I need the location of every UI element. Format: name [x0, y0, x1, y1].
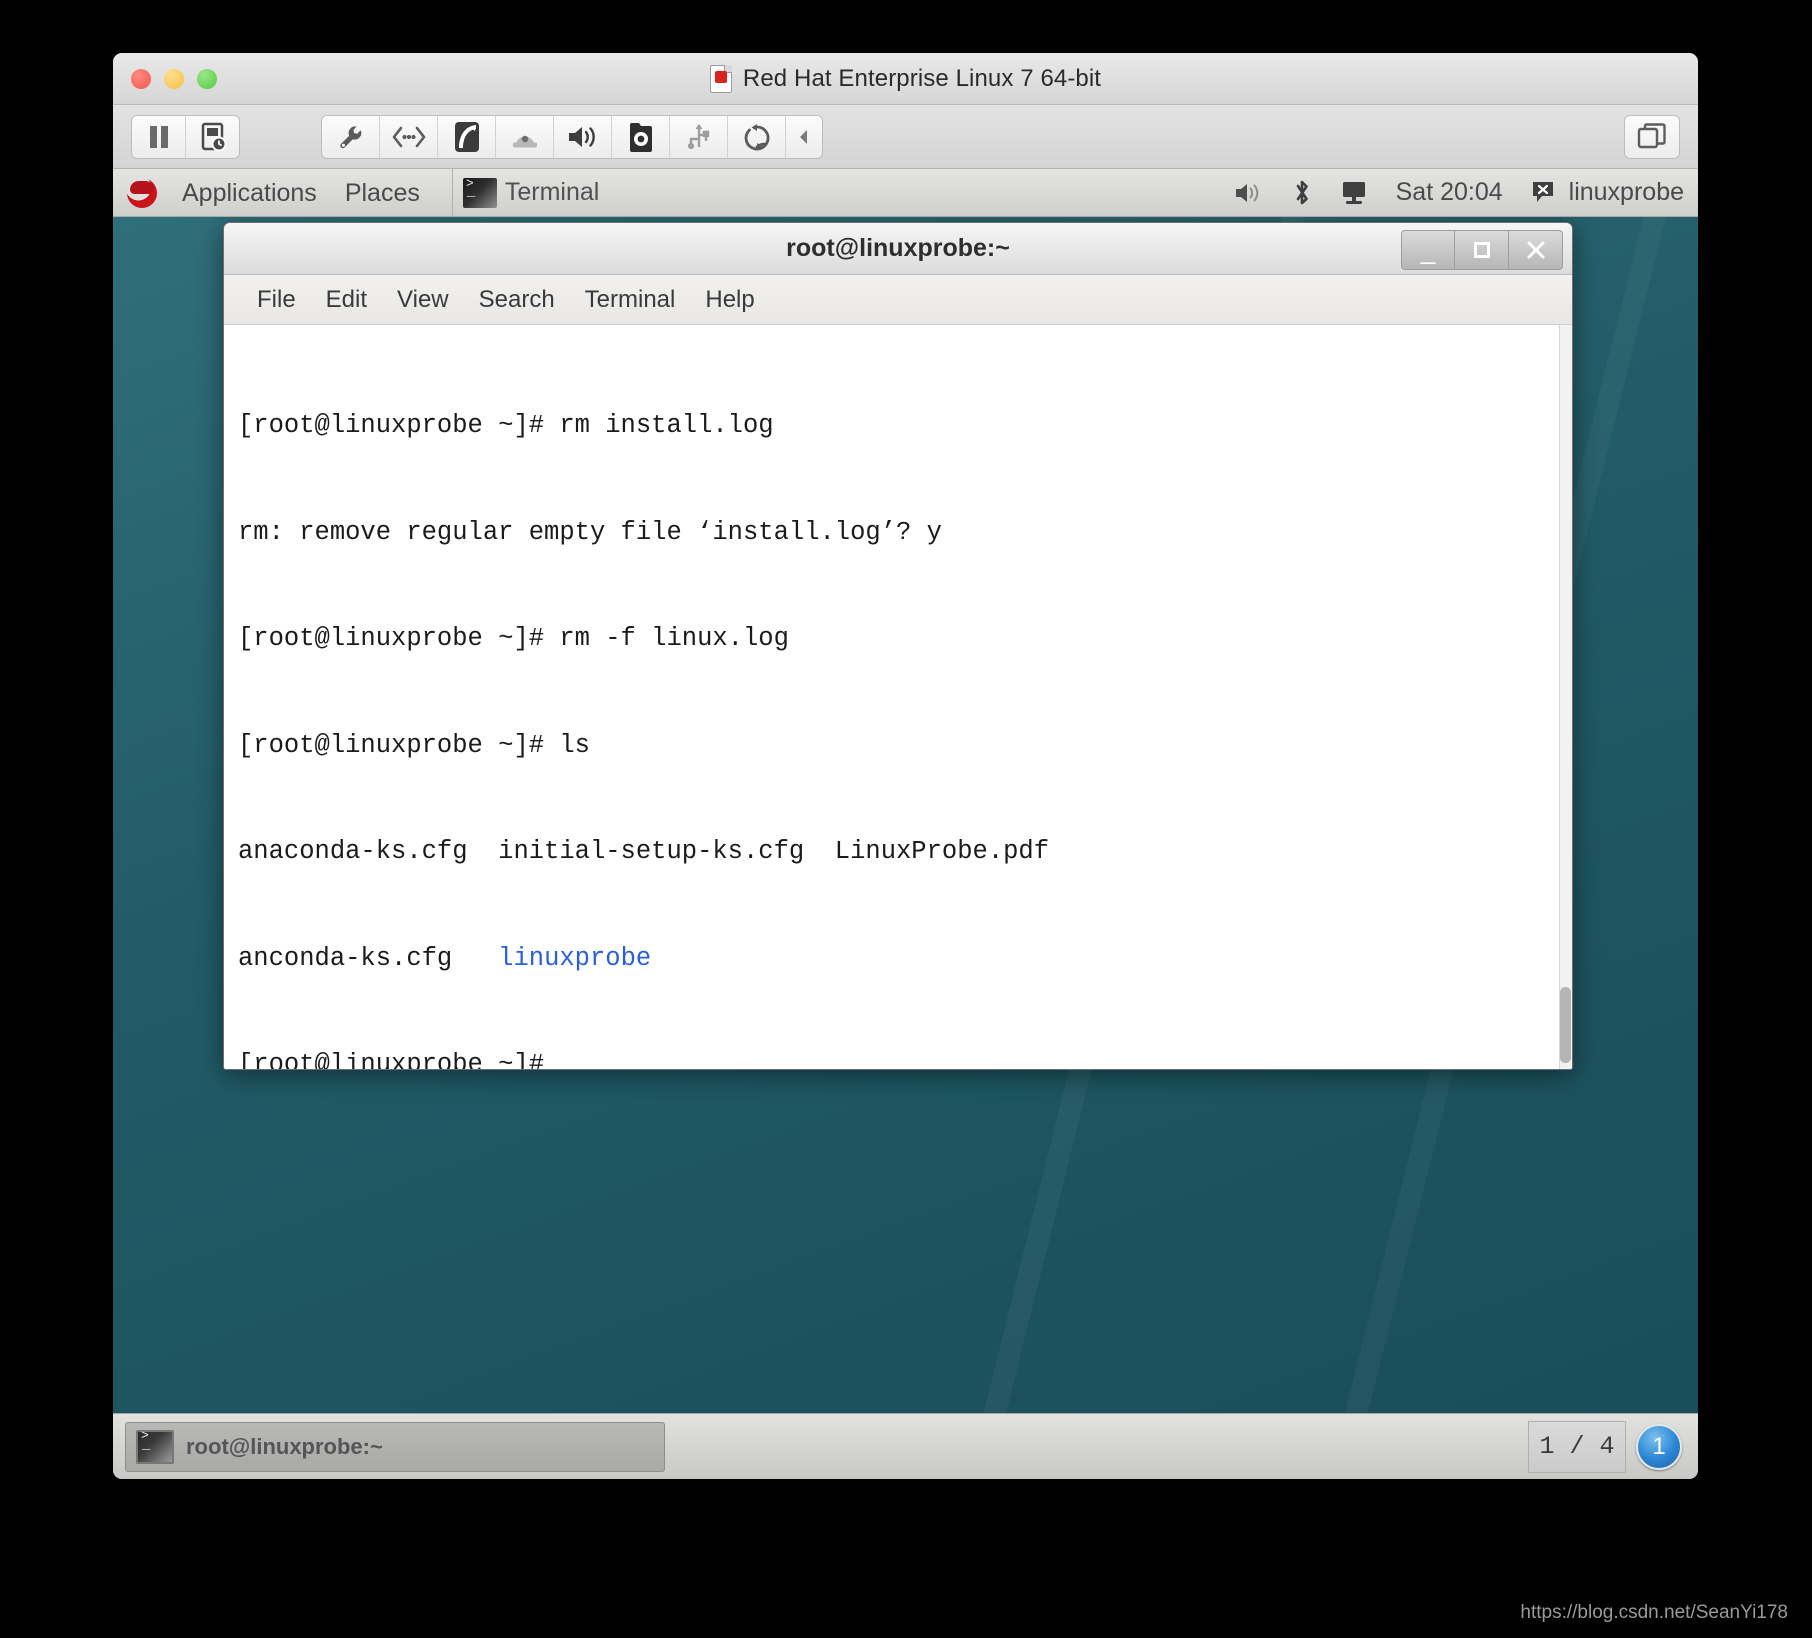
sharedfolders-button[interactable]	[728, 116, 785, 158]
vm-toolbar-left-group	[131, 115, 240, 159]
active-app-label: Terminal	[504, 178, 600, 206]
terminal-window-buttons: _	[1401, 230, 1563, 270]
menu-help[interactable]: Help	[690, 275, 769, 325]
maximize-button[interactable]	[1455, 230, 1509, 270]
usb-button[interactable]	[670, 116, 727, 158]
menu-edit[interactable]: Edit	[311, 275, 382, 325]
snapshot-button[interactable]	[186, 116, 239, 158]
monitor-icon[interactable]	[1326, 169, 1382, 217]
vm-titlebar: Red Hat Enterprise Linux 7 64-bit	[113, 53, 1698, 105]
terminal-line: [root@linuxprobe ~]# rm install.log	[238, 411, 774, 440]
sound-button[interactable]	[554, 116, 611, 158]
vm-toolbar	[113, 105, 1698, 169]
watermark-text: https://blog.csdn.net/SeanYi178	[1520, 1602, 1788, 1623]
pause-button[interactable]	[132, 116, 185, 158]
collapse-button[interactable]	[786, 116, 822, 158]
user-chat-icon[interactable]	[1517, 169, 1561, 217]
terminal-directory-entry: linuxprobe	[498, 943, 652, 973]
gnome-taskbar: root@linuxprobe:~ 1 / 4 1	[113, 1413, 1698, 1479]
terminal-line: [root@linuxprobe ~]# rm -f linux.log	[238, 624, 789, 653]
unity-view-button[interactable]	[1625, 116, 1679, 158]
terminal-menubar: File Edit View Search Terminal Help	[224, 275, 1572, 325]
settings-button[interactable]	[322, 116, 379, 158]
workspace-current-badge[interactable]: 1	[1636, 1423, 1682, 1470]
close-button[interactable]	[1509, 230, 1563, 270]
terminal-line: [root@linuxprobe ~]# ls	[238, 730, 590, 760]
vm-toolbar-device-group	[321, 115, 823, 159]
harddisk-button[interactable]	[438, 116, 495, 158]
active-app-button[interactable]: Terminal	[451, 168, 615, 217]
menu-file[interactable]: File	[242, 275, 311, 325]
bluetooth-icon[interactable]	[1278, 169, 1326, 217]
terminal-output[interactable]: [root@linuxprobe ~]# rm install.log rm: …	[224, 325, 1572, 1069]
places-menu[interactable]: Places	[331, 169, 434, 217]
gnome-panel-left: Applications Places Terminal	[113, 168, 615, 217]
menu-view[interactable]: View	[382, 275, 464, 325]
gnome-top-panel: Applications Places Terminal	[113, 168, 1698, 217]
workspace-count[interactable]: 1 / 4	[1528, 1420, 1626, 1473]
desktop-area: root@linuxprobe:~ _ File Edit View Searc…	[113, 217, 1698, 1413]
terminal-scrollbar[interactable]	[1559, 325, 1572, 1069]
vm-document-icon	[709, 65, 732, 93]
terminal-prompt-line: [root@linuxprobe ~]#	[238, 1050, 545, 1069]
panel-username[interactable]: linuxprobe	[1569, 178, 1684, 207]
menu-terminal[interactable]: Terminal	[570, 275, 691, 325]
red-hat-logo-icon	[127, 177, 157, 208]
applications-menu[interactable]: Applications	[168, 169, 331, 217]
vm-title-wrap: Red Hat Enterprise Linux 7 64-bit	[113, 53, 1698, 105]
terminal-icon	[136, 1428, 174, 1464]
taskbar-window-label: root@linuxprobe:~	[186, 1433, 383, 1459]
volume-icon[interactable]	[1220, 169, 1278, 217]
terminal-icon	[462, 176, 497, 208]
terminal-scrollbar-thumb[interactable]	[1560, 987, 1571, 1063]
taskbar-right: 1 / 4 1	[1528, 1420, 1686, 1473]
gnome-panel-tray: Sat 20:04 linuxprobe	[1220, 169, 1698, 217]
terminal-line: anaconda-ks.cfg initial-setup-ks.cfg Lin…	[238, 837, 1050, 866]
terminal-titlebar[interactable]: root@linuxprobe:~ _	[224, 223, 1572, 275]
taskbar-window-button[interactable]: root@linuxprobe:~	[125, 1421, 665, 1472]
terminal-line-prefix: anconda-ks.cfg	[238, 943, 499, 973]
cddvd-button[interactable]	[496, 116, 553, 158]
camera-button[interactable]	[612, 116, 669, 158]
minimize-button[interactable]: _	[1401, 230, 1455, 270]
terminal-window-title: root@linuxprobe:~	[786, 234, 1010, 262]
network-button[interactable]	[380, 116, 437, 158]
vm-toolbar-right-group	[1624, 115, 1680, 159]
panel-clock[interactable]: Sat 20:04	[1382, 169, 1517, 217]
terminal-line: rm: remove regular empty file ‘install.l…	[238, 517, 942, 547]
menu-search[interactable]: Search	[464, 275, 570, 325]
vm-window-title: Red Hat Enterprise Linux 7 64-bit	[742, 65, 1102, 92]
terminal-window: root@linuxprobe:~ _ File Edit View Searc…	[223, 222, 1573, 1070]
terminal-line: anconda-ks.cfg linuxprobe	[238, 941, 1572, 977]
vmware-window: Red Hat Enterprise Linux 7 64-bit Applic…	[113, 53, 1698, 1479]
